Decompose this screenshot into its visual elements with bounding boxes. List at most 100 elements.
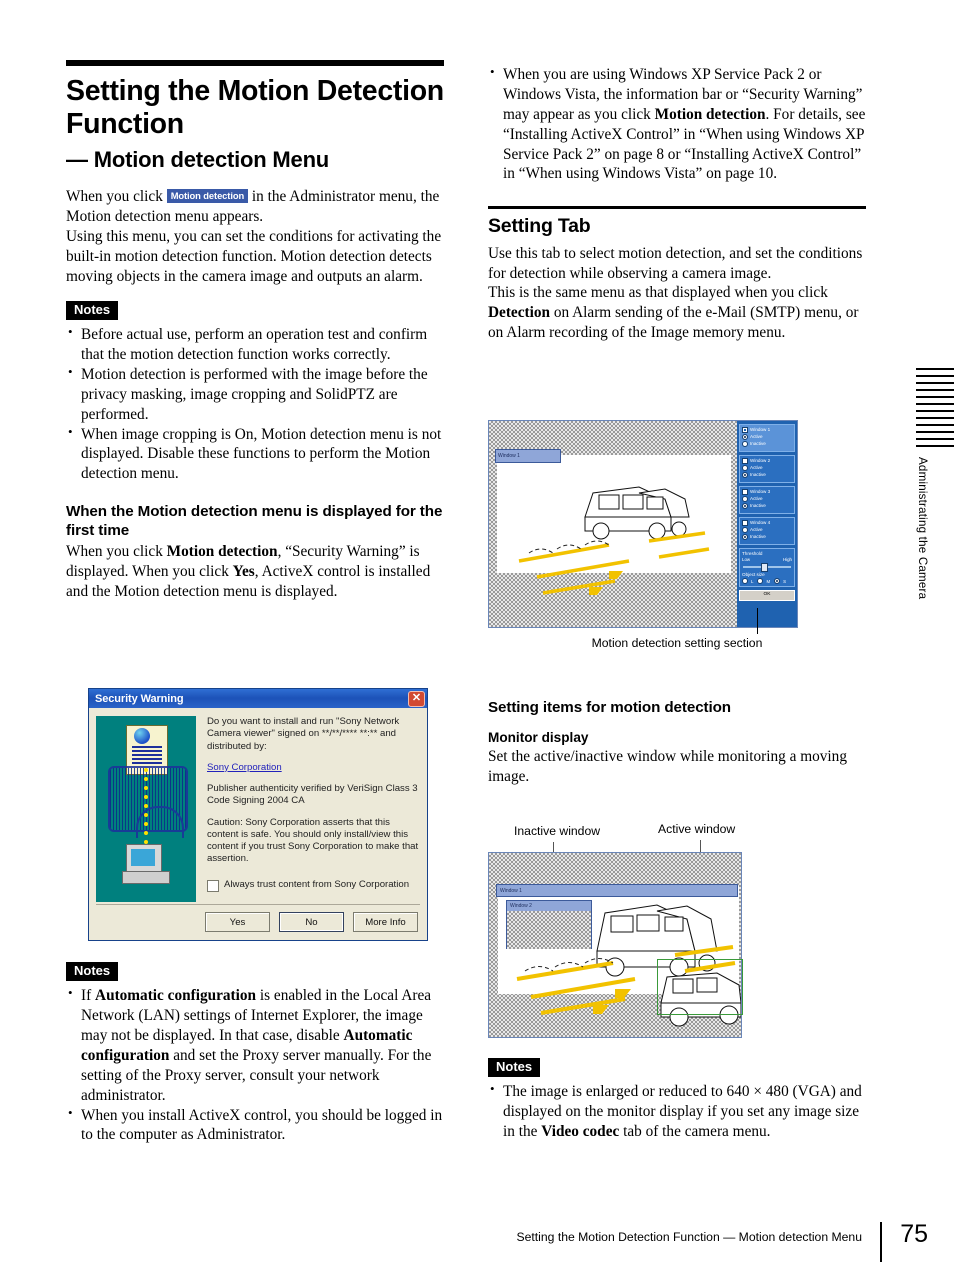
page-title: Setting the Motion Detection Function xyxy=(66,75,444,141)
always-trust-checkbox-row[interactable]: Always trust content from Sony Corporati… xyxy=(207,879,420,892)
radio-icon[interactable] xyxy=(742,578,748,584)
notes-list-3: The image is enlarged or reduced to 640 … xyxy=(488,1081,866,1142)
dialog-caution: Caution: Sony Corporation asserts that t… xyxy=(207,816,419,865)
note-item: Before actual use, perform an operation … xyxy=(66,324,444,365)
size-s-label: S xyxy=(783,578,787,584)
motion-detection-chip: Motion detection xyxy=(166,189,249,203)
ok-button[interactable]: OK xyxy=(739,590,795,601)
window-group-4[interactable]: Window 4 Active Inactive xyxy=(739,517,795,545)
note-item: Motion detection is performed with the i… xyxy=(66,364,444,425)
window-4-inactive-label: Inactive xyxy=(750,534,766,539)
size-m-label: M xyxy=(766,578,771,584)
figure1-caption: Motion detection setting section xyxy=(591,636,763,650)
yes-button[interactable]: Yes xyxy=(205,912,270,932)
checkbox-icon[interactable] xyxy=(207,879,219,892)
checkbox-icon[interactable] xyxy=(742,489,748,495)
window-group-1[interactable]: Window 1 Active Inactive xyxy=(739,424,795,452)
more-info-button[interactable]: More Info xyxy=(353,912,418,932)
checkbox-icon[interactable] xyxy=(742,427,748,433)
window-1-label: Window 1 xyxy=(750,427,771,432)
radio-icon[interactable] xyxy=(742,472,748,478)
setting-tab-paragraph-1: Use this tab to select motion detection,… xyxy=(488,244,863,282)
side-tab-bars xyxy=(916,368,954,448)
radio-icon[interactable] xyxy=(742,496,748,502)
checkbox-icon[interactable] xyxy=(742,520,748,526)
radio-icon[interactable] xyxy=(742,503,748,509)
window-group-3[interactable]: Window 3 Active Inactive xyxy=(739,486,795,514)
radio-icon[interactable] xyxy=(742,434,748,440)
dialog-button-row: Yes No More Info xyxy=(89,905,427,932)
n3-b: Video codec xyxy=(541,1123,620,1141)
side-tab-label: Administrating the Camera xyxy=(916,457,929,600)
window-1-inactive-row[interactable]: Inactive xyxy=(742,441,792,447)
dialog-titlebar: Security Warning ✕ xyxy=(89,689,427,708)
intro-paragraph-2: Using this menu, you can set the conditi… xyxy=(66,228,442,285)
size-l-label: L xyxy=(751,578,754,584)
note-item: When you are using Windows XP Service Pa… xyxy=(488,64,866,184)
tn-b: Motion detection xyxy=(654,105,766,123)
window-2-inactive-label: Inactive xyxy=(750,472,766,477)
threshold-slider[interactable] xyxy=(743,563,791,572)
window-3-label: Window 3 xyxy=(750,489,771,494)
dialog-publisher: Publisher authenticity verified by VeriS… xyxy=(207,783,418,807)
window-4-active-row[interactable]: Active xyxy=(742,527,792,533)
radio-icon[interactable] xyxy=(742,527,748,533)
publisher-link[interactable]: Sony Corporation xyxy=(207,762,282,773)
window-2-row[interactable]: Window 2 xyxy=(742,458,792,464)
page-subtitle: — Motion detection Menu xyxy=(66,147,330,173)
st-b: Detection xyxy=(488,304,551,322)
page-footer: Setting the Motion Detection Function — … xyxy=(0,1220,954,1262)
dialog-body: Do you want to install and run "Sony Net… xyxy=(89,708,427,904)
threshold-group[interactable]: Threshold Low High Object size L M S xyxy=(739,548,795,587)
note-item: The image is enlarged or reduced to 640 … xyxy=(488,1081,866,1142)
heading-setting-items: Setting items for motion detection xyxy=(488,699,731,716)
right-notes-block: Notes The image is enlarged or reduced t… xyxy=(488,1058,866,1142)
notes-list-2: If Automatic configuration is enabled in… xyxy=(66,985,444,1145)
n2-a: If xyxy=(81,987,96,1005)
threshold-high-label: High xyxy=(782,557,792,562)
motion-detection-figure: Window 1 Window 1 Active Inactive Window… xyxy=(488,420,798,628)
section-title-setting-tab: Setting Tab xyxy=(488,214,591,237)
left-column: Setting the Motion Detection Function — … xyxy=(66,60,444,602)
notes-badge-1: Notes xyxy=(66,300,119,321)
subheading-first-time: When the Motion detection menu is displa… xyxy=(66,503,443,540)
radio-icon[interactable] xyxy=(757,578,764,584)
window-4-inactive-row[interactable]: Inactive xyxy=(742,534,792,540)
threshold-low-label: Low xyxy=(742,557,751,562)
radio-icon[interactable] xyxy=(742,465,748,471)
checkbox-icon[interactable] xyxy=(742,458,748,464)
figure1-illustration xyxy=(518,486,710,595)
figure1-scene: Window 1 xyxy=(489,421,737,627)
window-1-row[interactable]: Window 1 xyxy=(742,427,792,433)
window-1-active-label: Active xyxy=(750,434,763,439)
window-4-label: Window 4 xyxy=(750,520,771,525)
window-4-row[interactable]: Window 4 xyxy=(742,520,792,526)
window-2-inactive-row[interactable]: Inactive xyxy=(742,472,792,478)
window-1-active-row[interactable]: Active xyxy=(742,434,792,440)
window-2-active-row[interactable]: Active xyxy=(742,465,792,471)
security-warning-dialog[interactable]: Security Warning ✕ Do you want to instal… xyxy=(88,688,428,941)
right-column-lower: Setting items for motion detection Monit… xyxy=(488,698,866,787)
no-button[interactable]: No xyxy=(279,912,344,932)
right-column: When you are using Windows XP Service Pa… xyxy=(488,60,866,343)
window-group-2[interactable]: Window 2 Active Inactive xyxy=(739,455,795,483)
radio-icon[interactable] xyxy=(742,441,748,447)
label-active-window: Active window xyxy=(658,822,736,836)
radio-icon[interactable] xyxy=(742,534,748,540)
radio-icon[interactable] xyxy=(774,578,781,584)
globe-icon xyxy=(134,728,150,744)
close-icon[interactable]: ✕ xyxy=(408,690,425,707)
figure2-detection-box xyxy=(657,959,743,1015)
slider-handle[interactable] xyxy=(761,563,768,572)
window-2-active-label: Active xyxy=(750,465,763,470)
window-3-inactive-row[interactable]: Inactive xyxy=(742,503,792,509)
window-2-label: Window 2 xyxy=(750,458,771,463)
window-3-row[interactable]: Window 3 xyxy=(742,489,792,495)
window-3-active-row[interactable]: Active xyxy=(742,496,792,502)
motion-detection-setting-section[interactable]: Window 1 Active Inactive Window 2 Active… xyxy=(737,421,797,627)
notes-badge-3: Notes xyxy=(488,1058,541,1078)
window-3-inactive-label: Inactive xyxy=(750,503,766,508)
object-size-options[interactable]: L M S xyxy=(742,578,792,584)
security-illustration xyxy=(96,716,196,902)
notes-list-1: Before actual use, perform an operation … xyxy=(66,324,444,484)
